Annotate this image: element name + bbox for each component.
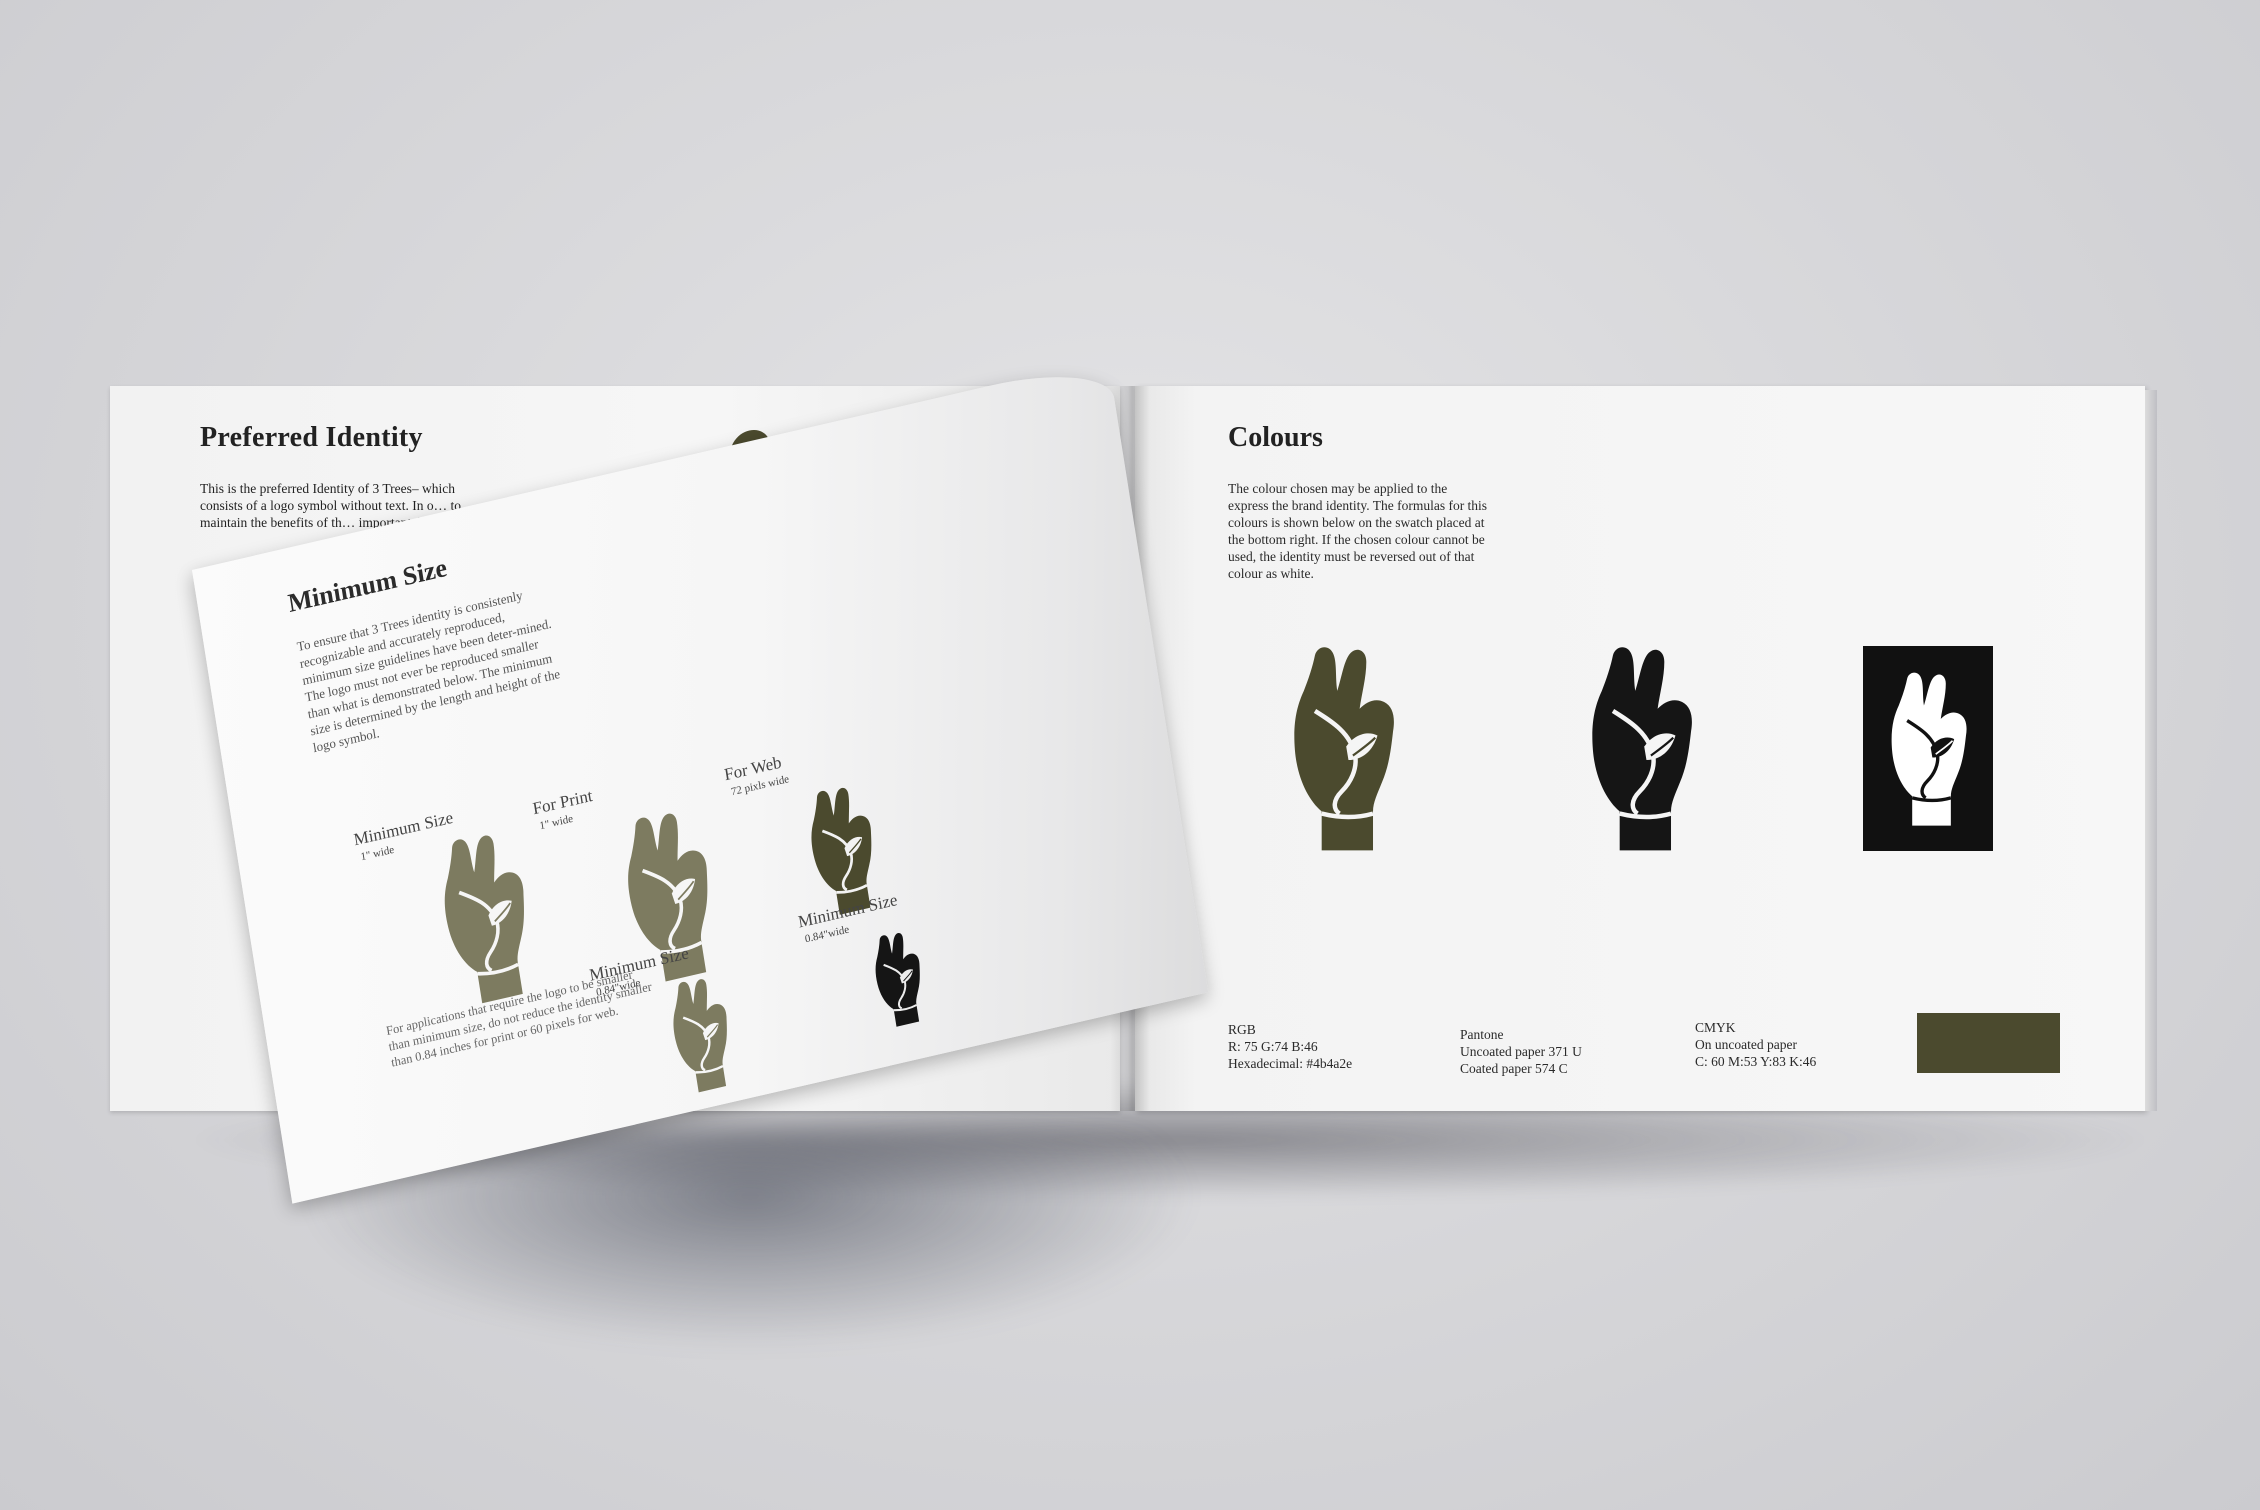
- page-body: The colour chosen may be applied to the …: [1228, 481, 1488, 581]
- hand-leaf-logo-icon: [1285, 644, 1403, 856]
- right-page: Colours The colour chosen may be applied…: [1135, 386, 2157, 1111]
- book-mockup: Preferred Identity This is the preferred…: [0, 0, 2260, 1510]
- pantone-spec: Pantone Uncoated paper 371 U Coated pape…: [1460, 1027, 1582, 1076]
- rgb-spec: RGB R: 75 G:74 B:46 Hexadecimal: #4b4a2e: [1228, 1022, 1353, 1071]
- cmyk-spec: CMYK On uncoated paper C: 60 M:53 Y:83 K…: [1695, 1020, 1817, 1069]
- hand-leaf-logo-icon: [1887, 670, 1971, 830]
- hand-leaf-logo-icon: [427, 823, 547, 1015]
- page-title: Colours: [1228, 422, 1323, 453]
- hand-leaf-logo-icon: [866, 926, 932, 1033]
- reversed-logo-panel: [1863, 646, 1993, 851]
- page-title: Preferred Identity: [200, 422, 423, 453]
- brand-color-swatch: [1917, 1013, 2060, 1073]
- hand-leaf-logo-icon: [1583, 644, 1701, 856]
- hand-leaf-logo-icon: [662, 971, 743, 1100]
